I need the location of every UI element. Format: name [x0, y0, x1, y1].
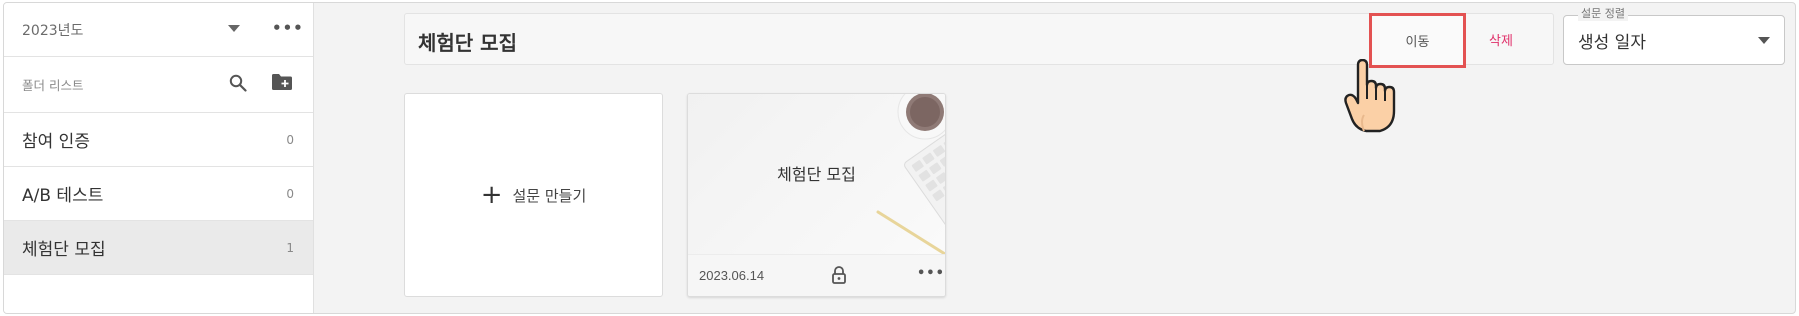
folder-count: 0 [286, 186, 294, 201]
year-label: 2023년도 [22, 22, 84, 39]
delete-button[interactable]: 삭제 [1489, 30, 1513, 49]
sidebar: 2023년도 ••• 폴더 리스트 참여 인증 0 A/B 테스트 0 체험단 … [4, 3, 314, 313]
more-icon[interactable]: ••• [272, 19, 304, 37]
survey-card-title: 체험단 모집 [777, 165, 856, 184]
year-selector[interactable]: 2023년도 ••• [4, 3, 313, 57]
survey-card[interactable]: 체험단 모집 2023.06.14 ••• [687, 93, 946, 297]
sort-select[interactable]: 설문 정렬 생성 일자 [1563, 7, 1785, 65]
search-icon[interactable] [229, 74, 247, 96]
chevron-down-icon [1758, 37, 1770, 44]
survey-card-footer: 2023.06.14 ••• [688, 254, 945, 296]
folder-count: 0 [286, 132, 294, 147]
app-window: 2023년도 ••• 폴더 리스트 참여 인증 0 A/B 테스트 0 체험단 … [3, 2, 1796, 314]
pointing-hand-icon [1344, 58, 1400, 137]
folder-name: 체험단 모집 [22, 240, 106, 260]
survey-date: 2023.06.14 [699, 268, 765, 283]
sort-select-label: 설문 정렬 [1578, 7, 1628, 21]
main-content: 체험단 모집 이동 삭제 설문 정렬 생성 일자 + 설문 만들기 체험단 모집… [314, 3, 1795, 313]
folder-count: 1 [286, 240, 294, 255]
folder-name: 참여 인증 [22, 132, 90, 152]
move-button-label: 이동 [1405, 35, 1430, 50]
page-title: 체험단 모집 [418, 31, 517, 55]
chevron-down-icon[interactable] [228, 25, 240, 32]
plus-icon: + [480, 180, 503, 210]
create-survey-label: 설문 만들기 [512, 186, 587, 205]
folder-item-experience-group[interactable]: 체험단 모집 1 [4, 221, 313, 275]
folder-title-bar: 체험단 모집 이동 삭제 [404, 13, 1554, 68]
folder-item-ab-test[interactable]: A/B 테스트 0 [4, 167, 313, 221]
create-survey-card[interactable]: + 설문 만들기 [404, 93, 663, 297]
folder-list-label: 폴더 리스트 [22, 78, 84, 93]
add-folder-icon[interactable] [271, 73, 293, 95]
sort-select-value: 생성 일자 [1578, 33, 1646, 53]
folder-list-header: 폴더 리스트 [4, 57, 313, 113]
folder-item-participation[interactable]: 참여 인증 0 [4, 113, 313, 167]
lock-icon[interactable] [831, 265, 847, 289]
folder-name: A/B 테스트 [22, 186, 104, 206]
more-icon[interactable]: ••• [917, 266, 945, 281]
